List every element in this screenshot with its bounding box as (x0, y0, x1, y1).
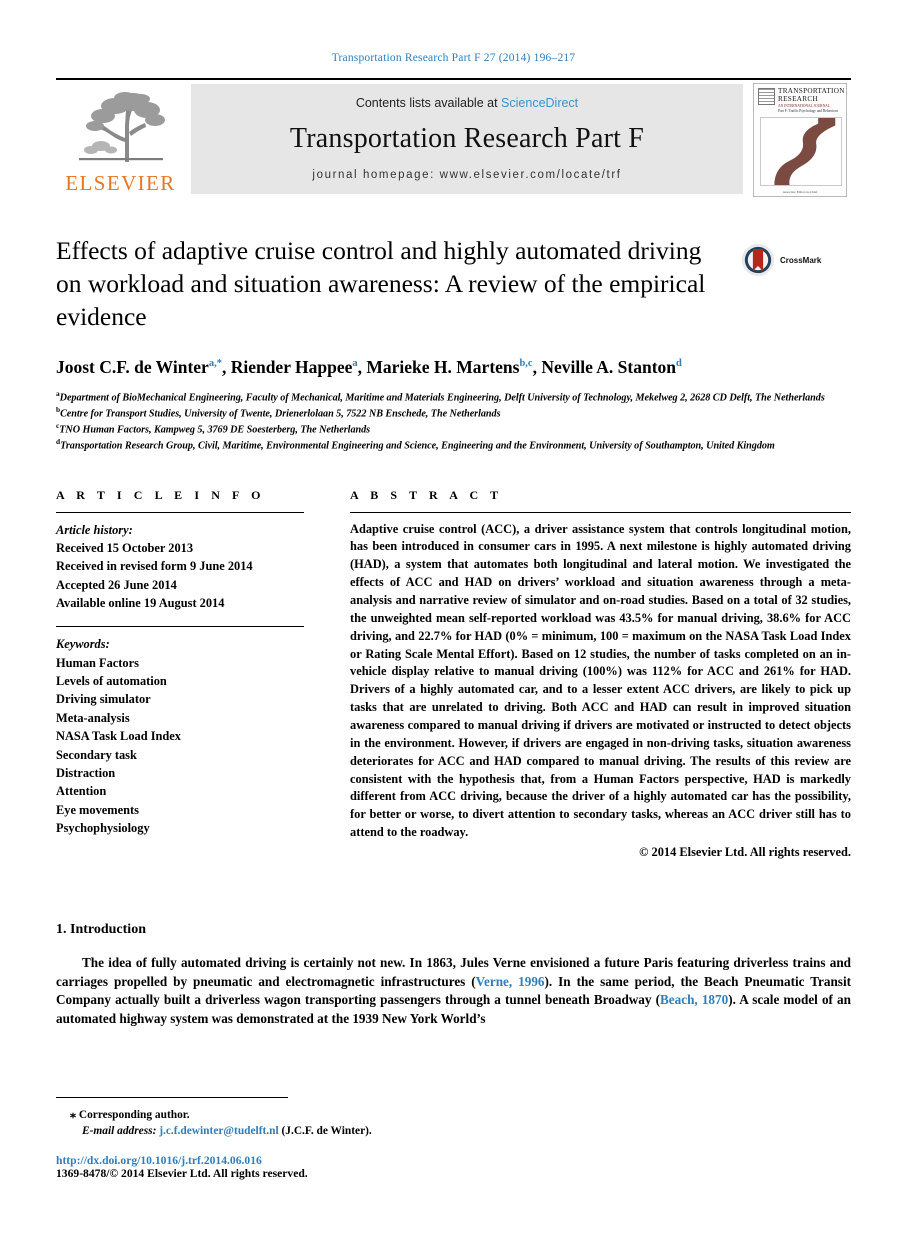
author-name: Neville A. Stanton (541, 357, 677, 378)
history-item: Available online 19 August 2014 (56, 595, 225, 610)
author-item: Neville A. Stantond (541, 357, 682, 377)
journal-masthead: ELSEVIER Contents lists available at Sci… (56, 78, 851, 200)
cover-publisher-badge-icon (758, 88, 775, 105)
abstract-heading: A B S T R A C T (350, 487, 503, 502)
email-link[interactable]: j.c.f.dewinter@tudelft.nl (159, 1125, 278, 1137)
author-name: Joost C.F. de Winter (56, 357, 209, 378)
divider (56, 626, 304, 628)
cover-road-artwork (760, 117, 842, 186)
divider (350, 511, 851, 513)
author-name: Riender Happee (230, 357, 353, 378)
keyword-item: Psychophysiology (56, 820, 150, 835)
keyword-item: Distraction (56, 765, 116, 780)
page-title: Effects of adaptive cruise control and h… (56, 236, 706, 332)
citation-link-beach[interactable]: Beach, 1870 (660, 992, 728, 1007)
keyword-item: Human Factors (56, 655, 139, 670)
crossmark-icon (741, 243, 775, 277)
affiliation-text: Department of BioMechanical Engineering,… (59, 392, 825, 404)
author-sup: b,c (519, 358, 533, 370)
contents-available-line: Contents lists available at ScienceDirec… (356, 96, 578, 110)
doi-link[interactable]: http://dx.doi.org/10.1016/j.trf.2014.06.… (56, 1154, 851, 1167)
elsevier-logo: ELSEVIER (56, 80, 185, 200)
keywords-label: Keywords: (56, 637, 110, 652)
divider (56, 511, 304, 513)
article-history-label: Article history: (56, 522, 133, 537)
introduction-section: 1. Introduction The idea of fully automa… (56, 922, 851, 1029)
affiliation-text: TNO Human Factors, Kampweg 5, 3769 DE So… (59, 424, 371, 436)
sciencedirect-link[interactable]: ScienceDirect (501, 96, 578, 110)
article-info-column: A R T I C L E I N F O Article history: R… (56, 488, 304, 860)
section-heading-introduction: 1. Introduction (56, 922, 146, 938)
footer-divider (56, 1096, 288, 1098)
email-line: E-mail address: j.c.f.dewinter@tudelft.n… (56, 1123, 851, 1140)
introduction-paragraph: The idea of fully automated driving is c… (56, 954, 851, 1029)
keyword-item: NASA Task Load Index (56, 729, 181, 744)
title-area: Effects of adaptive cruise control and h… (56, 234, 851, 333)
history-item: Received in revised form 9 June 2014 (56, 559, 253, 574)
keyword-item: Attention (56, 784, 107, 799)
journal-cover-thumbnail: TRANSPORTATION RESEARCH AN INTERNATIONAL… (749, 80, 851, 200)
issn-copyright-line: 1369-8478/© 2014 Elsevier Ltd. All right… (56, 1167, 308, 1180)
page-footer: ⁎ Corresponding author. E-mail address: … (56, 1096, 851, 1180)
keyword-item: Levels of automation (56, 674, 167, 689)
cover-subtitle-line2: Part F: Traffic Psychology and Behaviour (778, 108, 838, 113)
abstract-column: A B S T R A C T Adaptive cruise control … (350, 488, 851, 860)
affiliation-list: aDepartment of BioMechanical Engineering… (56, 389, 851, 453)
keyword-item: Meta-analysis (56, 710, 130, 725)
affiliation-item: bCentre for Transport Studies, Universit… (56, 405, 851, 421)
author-sup: d (676, 358, 682, 370)
author-sup: a,* (208, 358, 222, 370)
info-abstract-row: A R T I C L E I N F O Article history: R… (56, 488, 851, 860)
journal-band: Contents lists available at ScienceDirec… (191, 84, 743, 194)
author-item: Riender Happeea (231, 357, 358, 377)
history-item: Accepted 26 June 2014 (56, 577, 177, 592)
author-item: Joost C.F. de Wintera,* (56, 357, 222, 377)
corresponding-author-line: ⁎ Corresponding author. (56, 1106, 851, 1124)
affiliation-text: Transportation Research Group, Civil, Ma… (60, 440, 775, 452)
cover-title-line2: RESEARCH (778, 94, 818, 103)
corresponding-author-marker: ⁎ (70, 1106, 76, 1121)
email-label: E-mail address: (82, 1125, 157, 1138)
paper-page: Transportation Research Part F 27 (2014)… (0, 0, 907, 1238)
citation-link-verne[interactable]: Verne, 1996 (476, 974, 545, 989)
cover-footer-text: Associate Editor-in-Chief (782, 190, 818, 194)
author-list: Joost C.F. de Wintera,*, Riender Happeea… (56, 357, 682, 378)
journal-homepage[interactable]: journal homepage: www.elsevier.com/locat… (312, 169, 621, 181)
history-item: Received 15 October 2013 (56, 540, 194, 555)
abstract-copyright: © 2014 Elsevier Ltd. All rights reserved… (639, 845, 851, 860)
author-name: Marieke H. Martens (366, 357, 520, 378)
crossmark-badge[interactable]: CrossMark (741, 234, 851, 277)
article-info-heading: A R T I C L E I N F O (56, 487, 266, 502)
elsevier-wordmark: ELSEVIER (65, 171, 176, 195)
abstract-text: Adaptive cruise control (ACC), a driver … (350, 521, 851, 840)
running-head: Transportation Research Part F 27 (2014)… (331, 52, 576, 64)
affiliation-item: dTransportation Research Group, Civil, M… (56, 437, 851, 453)
keyword-item: Driving simulator (56, 692, 151, 707)
keyword-item: Eye movements (56, 802, 139, 817)
crossmark-label: CrossMark (780, 255, 822, 265)
affiliation-item: cTNO Human Factors, Kampweg 5, 3769 DE S… (56, 421, 851, 437)
author-sup: a (352, 358, 358, 370)
affiliation-text: Centre for Transport Studies, University… (60, 408, 501, 420)
author-item: Marieke H. Martensb,c (366, 357, 532, 377)
affiliation-item: aDepartment of BioMechanical Engineering… (56, 389, 851, 405)
elsevier-tree-icon (78, 92, 165, 162)
contents-prefix: Contents lists available at (355, 95, 498, 110)
keyword-item: Secondary task (56, 747, 137, 762)
journal-title: Transportation Research Part F (289, 122, 645, 154)
corresponding-author-label: Corresponding author. (78, 1108, 190, 1121)
email-suffix: (J.C.F. de Winter). (281, 1125, 372, 1138)
